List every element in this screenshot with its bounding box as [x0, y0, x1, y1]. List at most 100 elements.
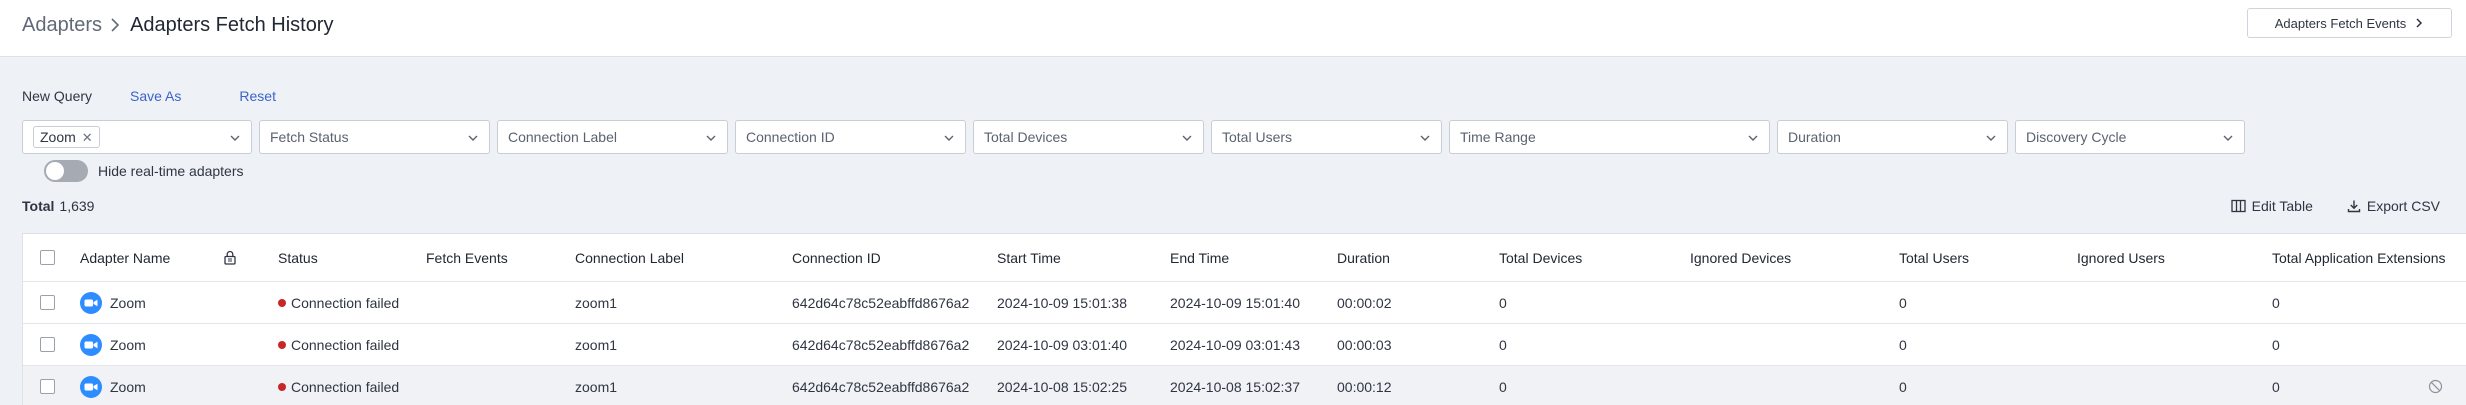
discovery-cycle-filter[interactable]: Discovery Cycle	[2015, 120, 2245, 154]
row-action-cell	[2428, 366, 2443, 405]
row-checkbox[interactable]	[40, 379, 55, 394]
column-header-duration[interactable]: Duration	[1337, 234, 1390, 281]
hide-realtime-toggle-row: Hide real-time adapters	[44, 160, 244, 182]
filter-label: Discovery Cycle	[2026, 129, 2127, 145]
ban-icon[interactable]	[2428, 379, 2443, 394]
table-row[interactable]: Zoom Connection failed zoom1 642d64c78c5…	[23, 366, 2466, 405]
chevron-down-icon	[706, 135, 716, 141]
adapter-name[interactable]: Zoom	[110, 295, 146, 311]
total-users-cell: 0	[1899, 294, 1907, 311]
column-header-connection-label[interactable]: Connection Label	[575, 234, 684, 281]
total-count: Total 1,639	[22, 197, 94, 215]
filter-label: Duration	[1788, 129, 1841, 145]
connection-id-cell: 642d64c78c52eabffd8676a2	[792, 336, 970, 353]
page-title: Adapters Fetch History	[130, 13, 334, 36]
total-devices-cell: 0	[1499, 294, 1507, 311]
breadcrumb: Adapters Adapters Fetch History	[22, 12, 333, 38]
column-header-ignored-devices[interactable]: Ignored Devices	[1690, 234, 1791, 281]
adapter-filter[interactable]: Zoom ✕	[22, 120, 252, 154]
status-failed-dot	[278, 298, 286, 307]
duration-filter[interactable]: Duration	[1777, 120, 2008, 154]
adapter-name-cell: Zoom	[80, 366, 146, 405]
columns-icon	[2230, 199, 2246, 213]
status-text: Connection failed	[291, 294, 400, 311]
connection-label-filter[interactable]: Connection Label	[497, 120, 728, 154]
start-time-cell: 2024-10-09 03:01:40	[997, 336, 1127, 353]
end-time-cell: 2024-10-08 15:02:37	[1170, 378, 1300, 395]
filter-label: Connection ID	[746, 129, 835, 145]
select-all-checkbox[interactable]	[40, 250, 55, 265]
total-users-filter[interactable]: Total Users	[1211, 120, 1442, 154]
table-row[interactable]: Zoom Connection failed zoom1 642d64c78c5…	[23, 324, 2466, 366]
filter-label: Connection Label	[508, 129, 617, 145]
lock-icon[interactable]	[223, 250, 237, 265]
end-time-cell: 2024-10-09 15:01:40	[1170, 294, 1300, 311]
zoom-logo-icon	[80, 375, 102, 398]
status-cell: Connection failed	[278, 282, 399, 323]
export-csv-button[interactable]: Export CSV	[2347, 198, 2440, 214]
zoom-logo-icon	[80, 291, 102, 314]
connection-id-cell: 642d64c78c52eabffd8676a2	[792, 378, 970, 395]
column-header-status[interactable]: Status	[278, 234, 318, 281]
column-header-fetch-events[interactable]: Fetch Events	[426, 234, 508, 281]
duration-cell: 00:00:03	[1337, 336, 1392, 353]
chevron-right-icon	[2416, 18, 2423, 28]
adapter-name[interactable]: Zoom	[110, 379, 146, 395]
filter-label: Fetch Status	[270, 129, 349, 145]
column-header-ignored-users[interactable]: Ignored Users	[2077, 234, 2165, 281]
column-header-end-time[interactable]: End Time	[1170, 234, 1229, 281]
row-checkbox-cell	[40, 282, 55, 323]
breadcrumb-adapters-link[interactable]: Adapters	[22, 14, 102, 37]
reset-link[interactable]: Reset	[239, 88, 276, 104]
connection-label-cell: zoom1	[575, 294, 618, 311]
connection-label-cell: zoom1	[575, 336, 618, 353]
total-label: Total	[22, 198, 55, 214]
total-value: 1,639	[59, 198, 95, 214]
remove-chip-icon[interactable]: ✕	[82, 131, 93, 144]
fetch-status-filter[interactable]: Fetch Status	[259, 120, 490, 154]
start-time-cell: 2024-10-08 15:02:25	[997, 378, 1127, 395]
adapters-fetch-events-button[interactable]: Adapters Fetch Events	[2247, 8, 2452, 38]
select-all-cell	[40, 234, 55, 281]
hide-realtime-toggle[interactable]	[44, 160, 88, 182]
column-header-connection-id[interactable]: Connection ID	[792, 234, 881, 281]
total-app-extensions-cell: 0	[2272, 378, 2280, 395]
row-checkbox[interactable]	[40, 337, 55, 352]
status-text: Connection failed	[291, 336, 400, 353]
status-cell: Connection failed	[278, 324, 399, 365]
time-range-filter[interactable]: Time Range	[1449, 120, 1770, 154]
connection-id-filter[interactable]: Connection ID	[735, 120, 966, 154]
status-text: Connection failed	[291, 378, 400, 395]
adapter-chip-label: Zoom	[40, 129, 76, 145]
filter-label: Time Range	[1460, 129, 1536, 145]
total-devices-cell: 0	[1499, 378, 1507, 395]
start-time-cell: 2024-10-09 15:01:38	[997, 294, 1127, 311]
column-header-total-application-extensions[interactable]: Total Application Extensions	[2272, 234, 2446, 281]
edit-table-button[interactable]: Edit Table	[2230, 198, 2313, 214]
chevron-down-icon	[1420, 135, 1430, 141]
save-as-link[interactable]: Save As	[130, 88, 181, 104]
column-header-total-devices[interactable]: Total Devices	[1499, 234, 1582, 281]
row-checkbox[interactable]	[40, 295, 55, 310]
column-header-start-time[interactable]: Start Time	[997, 234, 1061, 281]
duration-cell: 00:00:02	[1337, 294, 1392, 311]
chevron-right-icon	[111, 18, 120, 32]
column-header-total-users[interactable]: Total Users	[1899, 234, 1969, 281]
connection-label-cell: zoom1	[575, 378, 618, 395]
chevron-down-icon	[1182, 135, 1192, 141]
table-row[interactable]: Zoom Connection failed zoom1 642d64c78c5…	[23, 282, 2466, 324]
status-failed-dot	[278, 340, 286, 349]
export-csv-label: Export CSV	[2366, 198, 2440, 214]
table-header-row: Adapter Name Status Fetch Events Connect…	[23, 234, 2466, 282]
table-actions: Edit Table Export CSV	[2230, 196, 2440, 216]
total-devices-filter[interactable]: Total Devices	[973, 120, 1204, 154]
adapter-name[interactable]: Zoom	[110, 337, 146, 353]
chevron-down-icon	[468, 135, 478, 141]
connection-id-cell: 642d64c78c52eabffd8676a2	[792, 294, 970, 311]
edit-table-label: Edit Table	[2251, 198, 2313, 214]
chevron-down-icon	[2223, 135, 2233, 141]
column-header-adapter-name[interactable]: Adapter Name	[80, 234, 170, 281]
chevron-down-icon	[230, 135, 240, 141]
total-users-cell: 0	[1899, 336, 1907, 353]
adapter-chip: Zoom ✕	[33, 126, 100, 148]
